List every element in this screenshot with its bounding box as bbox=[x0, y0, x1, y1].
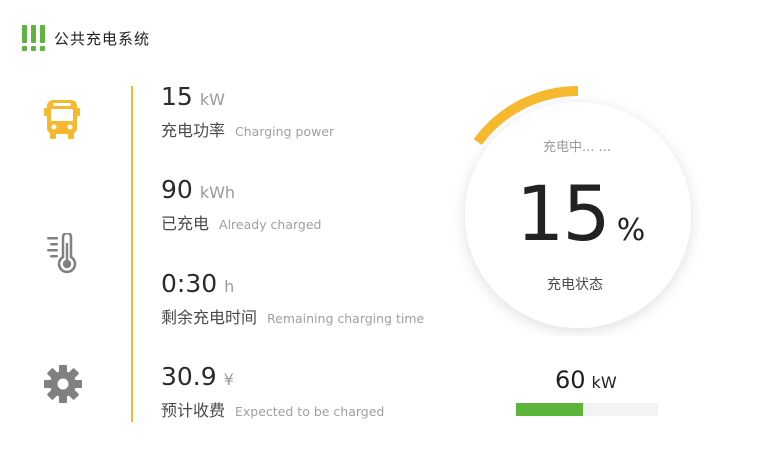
metric-label-en: Already charged bbox=[219, 217, 322, 232]
power-bar-fill bbox=[516, 403, 583, 416]
metric-value: 90 bbox=[161, 175, 193, 204]
metric-unit: ¥ bbox=[223, 370, 234, 389]
metric-value: 0:30 bbox=[161, 269, 218, 298]
metric-label-cn: 预计收费 bbox=[161, 401, 226, 420]
app-title: 公共充电系统 bbox=[54, 29, 151, 48]
metric-unit: kW bbox=[199, 90, 225, 109]
metric-label-en: Expected to be charged bbox=[235, 404, 385, 419]
metric-label-cn: 已充电 bbox=[161, 214, 210, 233]
metric-already-charged: 90 kWh 已充电 Already charged bbox=[161, 175, 322, 234]
metric-value: 30.9 bbox=[161, 362, 217, 391]
metric-remaining-time: 0:30 h 剩余充电时间 Remaining charging time bbox=[161, 269, 424, 328]
metric-expected-charge: 30.9 ¥ 预计收费 Expected to be charged bbox=[161, 362, 384, 421]
divider-line bbox=[131, 86, 133, 422]
metric-label-en: Remaining charging time bbox=[267, 311, 425, 326]
power-value: 60 bbox=[555, 366, 586, 394]
gauge-percent: 15 % bbox=[516, 176, 645, 252]
power-readout: 60 kW bbox=[555, 366, 617, 394]
gauge-label: 充电状态 bbox=[547, 277, 603, 293]
bus-icon[interactable] bbox=[44, 100, 80, 140]
app-header: 公共充电系统 bbox=[22, 24, 150, 52]
metric-label-en: Charging power bbox=[235, 124, 335, 139]
gear-icon[interactable] bbox=[44, 365, 82, 403]
metric-charging-power: 15 kW 充电功率 Charging power bbox=[161, 82, 334, 141]
metric-label-cn: 剩余充电时间 bbox=[161, 308, 258, 327]
gauge-percent-sign: % bbox=[616, 213, 646, 248]
power-unit: kW bbox=[591, 373, 617, 392]
metric-label-cn: 充电功率 bbox=[161, 121, 226, 140]
thermometer-icon[interactable] bbox=[46, 233, 80, 275]
metric-unit: h bbox=[224, 277, 235, 296]
power-bar bbox=[516, 403, 658, 416]
gauge-percent-number: 15 bbox=[516, 169, 611, 258]
metric-unit: kWh bbox=[199, 183, 236, 202]
metric-value: 15 bbox=[161, 82, 193, 111]
logo-icon bbox=[22, 25, 46, 51]
gauge-status: 充电中... ... bbox=[543, 140, 611, 155]
